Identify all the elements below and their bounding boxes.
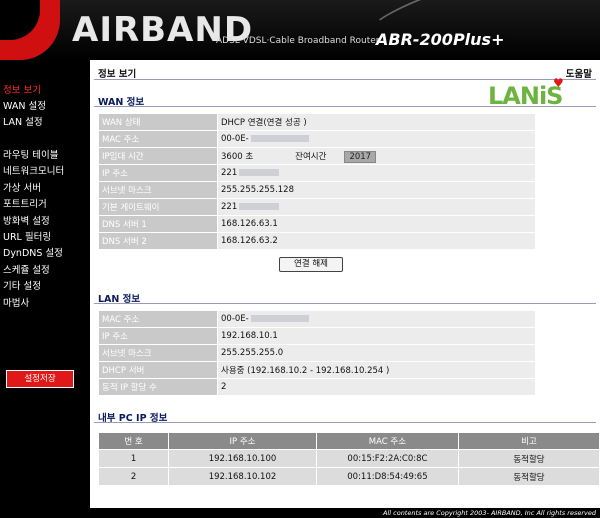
main-content: 정보 보기 도움말 LANiS ♥ WAN 정보 WAN 상태 DHCP 연결(… <box>90 60 600 508</box>
gateway-cell: 221 <box>217 198 536 216</box>
dns2-value: 168.126.63.2 <box>217 232 536 250</box>
wan-ip-cell: 221 <box>217 164 536 182</box>
wan-mac-value: 00-0E- <box>221 134 249 144</box>
header-banner: AIRBAND ADSL·VDSL·Cable Broadband Router… <box>0 0 600 60</box>
table-row: DNS 서버 2 168.126.63.2 <box>98 232 536 250</box>
heart-icon: ♥ <box>553 76 564 90</box>
copyright-text: All contents are Copyright 2003- AIRBAND… <box>383 509 596 517</box>
table-header-row: 번 호 IP 주소 MAC 주소 비고 <box>97 432 600 450</box>
lan-subnet-value: 255.255.255.0 <box>217 344 536 362</box>
dns2-label: DNS 서버 2 <box>98 232 218 250</box>
save-settings-button[interactable]: 설정저장 <box>6 370 74 388</box>
dynamic-ip-count-label: 동적 IP 할당 수 <box>98 378 218 396</box>
row-number: 1 <box>97 449 170 468</box>
row-ip: 192.168.10.102 <box>168 467 317 486</box>
sidebar-item-wizard[interactable]: 마법사 <box>3 295 29 309</box>
model-name: ABR-200Plus+ <box>376 30 505 49</box>
sidebar-item-network-monitor[interactable]: 네트워크모니터 <box>3 163 64 177</box>
lan-section-divider <box>94 303 596 304</box>
wan-mac-cell: 00-0E- <box>217 130 536 148</box>
lease-time-label: IP임대 시간 <box>98 147 218 165</box>
sidebar-item-routing[interactable]: 라우팅 테이블 <box>3 147 58 161</box>
row-ip: 192.168.10.100 <box>168 449 317 468</box>
table-row: 기본 게이트웨이 221 <box>98 198 536 216</box>
table-row: WAN 상태 DHCP 연결(연결 성공 ) <box>98 113 536 131</box>
redacted-mac <box>250 135 309 142</box>
wan-info-table: WAN 상태 DHCP 연결(연결 성공 ) MAC 주소 00-0E- IP임… <box>98 113 536 250</box>
row-note: 동적할당 <box>457 467 600 486</box>
table-row: MAC 주소 00-0E- <box>98 130 536 148</box>
row-mac: 00:11:D8:54:49:65 <box>315 467 459 486</box>
wan-section-divider <box>94 106 596 107</box>
row-mac: 00:15:F2:2A:C0:8C <box>315 449 459 468</box>
sidebar-item-port-trigger[interactable]: 포트트리거 <box>3 196 47 210</box>
lan-mac-label: MAC 주소 <box>98 310 218 328</box>
column-header-note: 비고 <box>457 432 600 450</box>
remaining-time-label: 잔여시간 <box>295 151 327 162</box>
lan-mac-value: 00-0E- <box>221 314 249 324</box>
table-row: 서브넷 마스크 255.255.255.0 <box>98 344 536 362</box>
sidebar-item-status[interactable]: 정보 보기 <box>3 82 41 96</box>
lan-ip-value: 192.168.10.1 <box>217 327 536 345</box>
lan-subnet-label: 서브넷 마스크 <box>98 344 218 362</box>
sidebar-item-wan[interactable]: WAN 설정 <box>3 98 46 112</box>
remaining-time-value: 2017 <box>344 150 377 163</box>
lan-mac-cell: 00-0E- <box>217 310 536 328</box>
gateway-label: 기본 게이트웨이 <box>98 198 218 216</box>
header-tagline: ADSL·VDSL·Cable Broadband Router <box>216 36 380 46</box>
wan-ip-value: 221 <box>221 168 238 178</box>
lan-info-table: MAC 주소 00-0E- IP 주소 192.168.10.1 서브넷 마스크… <box>98 310 536 396</box>
dhcp-server-label: DHCP 서버 <box>98 361 218 379</box>
wan-mac-label: MAC 주소 <box>98 130 218 148</box>
wan-subnet-value: 255.255.255.128 <box>217 181 536 199</box>
column-header-ip: IP 주소 <box>168 432 317 450</box>
row-note: 동적할당 <box>457 449 600 468</box>
pc-ip-table: 번 호 IP 주소 MAC 주소 비고 1 192.168.10.100 00:… <box>97 432 600 486</box>
redacted-ip <box>239 169 280 176</box>
wan-ip-label: IP 주소 <box>98 164 218 182</box>
sidebar-item-url-filter[interactable]: URL 필터링 <box>3 229 51 243</box>
sidebar-nav: 정보 보기 WAN 설정 LAN 설정 라우팅 테이블 네트워크모니터 가상 서… <box>0 60 90 518</box>
help-link[interactable]: 도움말 <box>566 66 592 80</box>
title-divider <box>94 79 596 80</box>
table-row: DNS 서버 1 168.126.63.1 <box>98 215 536 233</box>
lease-time-value: 3600 초 <box>221 151 254 162</box>
table-row: 서브넷 마스크 255.255.255.128 <box>98 181 536 199</box>
wan-status-value: DHCP 연결(연결 성공 ) <box>217 113 536 131</box>
table-row: MAC 주소 00-0E- <box>98 310 536 328</box>
sidebar-item-misc[interactable]: 기타 설정 <box>3 278 41 292</box>
sidebar-item-lan[interactable]: LAN 설정 <box>3 114 43 128</box>
column-header-mac: MAC 주소 <box>315 432 459 450</box>
table-row: IP 주소 192.168.10.1 <box>98 327 536 345</box>
column-header-no: 번 호 <box>97 432 170 450</box>
pc-section-divider <box>94 422 596 423</box>
lease-time-cell: 3600 초 잔여시간 2017 <box>217 147 536 165</box>
table-row: 2 192.168.10.102 00:11:D8:54:49:65 동적할당 <box>97 467 600 486</box>
redacted-mac <box>250 315 309 322</box>
sidebar-item-dyndns[interactable]: DynDNS 설정 <box>3 245 63 259</box>
table-row: IP 주소 221 <box>98 164 536 182</box>
dynamic-ip-count-value: 2 <box>217 378 536 396</box>
table-row: 1 192.168.10.100 00:15:F2:2A:C0:8C 동적할당 <box>97 449 600 468</box>
row-number: 2 <box>97 467 170 486</box>
dhcp-server-value: 사용중 (192.168.10.2 - 192.168.10.254 ) <box>217 361 536 379</box>
table-row: 동적 IP 할당 수 2 <box>98 378 536 396</box>
sidebar-item-schedule[interactable]: 스케쥴 설정 <box>3 262 50 276</box>
table-row: DHCP 서버 사용중 (192.168.10.2 - 192.168.10.2… <box>98 361 536 379</box>
table-row: IP임대 시간 3600 초 잔여시간 2017 <box>98 147 536 165</box>
lan-ip-label: IP 주소 <box>98 327 218 345</box>
dns1-label: DNS 서버 1 <box>98 215 218 233</box>
sidebar-item-firewall[interactable]: 방화벽 설정 <box>3 213 50 227</box>
gateway-value: 221 <box>221 202 238 212</box>
disconnect-button[interactable]: 연결 해제 <box>279 257 343 272</box>
page-title: 정보 보기 <box>98 69 137 80</box>
sidebar-item-virtual-server[interactable]: 가상 서버 <box>3 180 41 194</box>
dns1-value: 168.126.63.1 <box>217 215 536 233</box>
redacted-gateway <box>239 203 280 210</box>
wan-subnet-label: 서브넷 마스크 <box>98 181 218 199</box>
footer: All contents are Copyright 2003- AIRBAND… <box>0 508 600 518</box>
brand-swoosh <box>0 0 60 60</box>
wan-status-label: WAN 상태 <box>98 113 218 131</box>
